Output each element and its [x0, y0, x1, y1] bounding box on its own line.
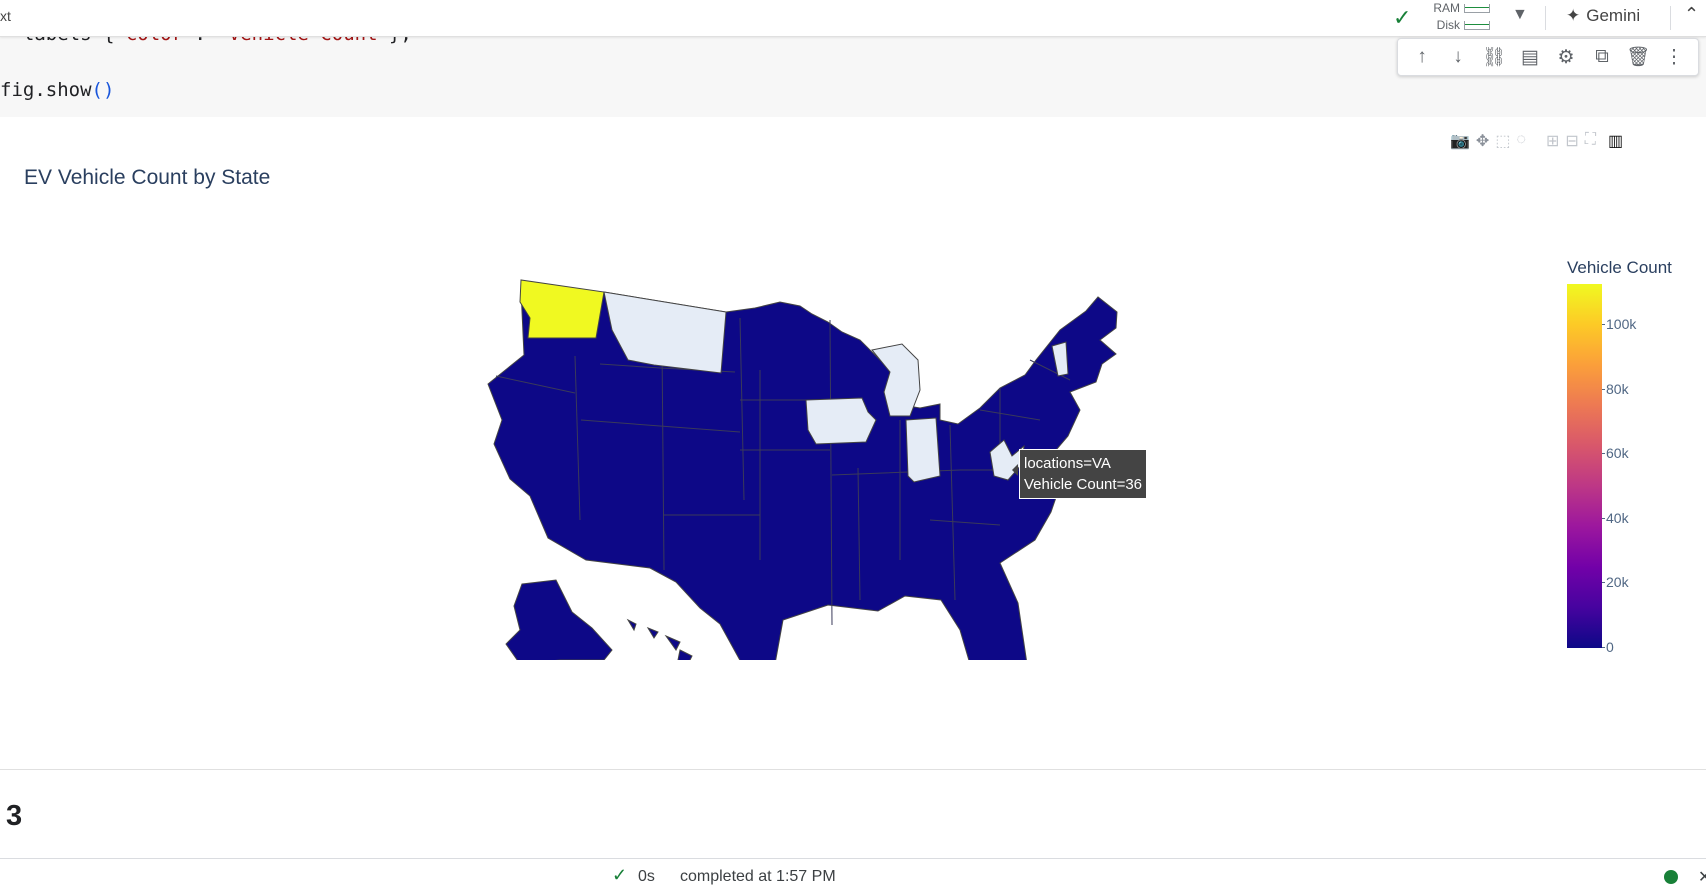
arrow-up-icon[interactable]: ↑: [1406, 46, 1438, 68]
sparkle-icon: ✦: [1566, 6, 1581, 25]
code-text: fig.show: [0, 79, 92, 101]
comment-icon[interactable]: ▤: [1514, 46, 1546, 69]
execution-duration: 0s: [638, 868, 655, 885]
plot-modebar: 📷 ✥ ⬚ ◌ ⊞ ⊟ ⛶ ▥: [1450, 131, 1623, 151]
resource-monitor[interactable]: RAM Disk: [1428, 0, 1490, 36]
gemini-button[interactable]: ✦ Gemini: [1566, 6, 1640, 26]
colorbar-tick-label: 0: [1602, 639, 1614, 655]
section-heading: 3: [6, 800, 23, 832]
runtime-status-dot[interactable]: [1664, 870, 1678, 884]
plotly-logo-icon[interactable]: ▥: [1608, 131, 1623, 151]
colorbar-title: Vehicle Count: [1567, 258, 1672, 277]
arrow-down-icon[interactable]: ↓: [1442, 46, 1474, 68]
more-vert-icon[interactable]: ⋮: [1658, 46, 1690, 69]
box-select-icon[interactable]: ⬚: [1495, 131, 1510, 151]
cell-toolbar: ↑ ↓ ⛓ ▤ ⚙ ⧉ 🗑 ⋮: [1397, 38, 1699, 76]
disk-label: Disk: [1436, 18, 1460, 32]
runtime-dropdown-icon[interactable]: ▼: [1512, 6, 1528, 24]
colorbar-tick-label: 40k: [1602, 510, 1629, 526]
chevron-up-icon[interactable]: ⌃: [1684, 4, 1699, 25]
tooltip-value: Vehicle Count=36: [1024, 476, 1143, 493]
mirror-cell-icon[interactable]: ⧉: [1586, 46, 1618, 68]
close-icon[interactable]: ✕: [1698, 867, 1706, 887]
toolbar-divider: [1545, 6, 1546, 30]
zoom-out-icon[interactable]: ⊟: [1565, 131, 1578, 151]
gear-icon[interactable]: ⚙: [1550, 46, 1582, 69]
lasso-icon[interactable]: ◌: [1516, 131, 1526, 151]
colorbar-tick-label: 80k: [1602, 381, 1629, 397]
link-icon[interactable]: ⛓: [1478, 45, 1510, 69]
gemini-label: Gemini: [1586, 6, 1641, 25]
zoom-in-icon[interactable]: ⊞: [1546, 131, 1559, 151]
cell-divider: [0, 769, 1706, 770]
tooltip-location: locations=VA: [1024, 455, 1111, 472]
ram-bar: [1464, 3, 1490, 13]
cell-output: [0, 117, 1706, 769]
code-line-show: fig.show(): [0, 79, 114, 101]
notebook-title-fragment: xt: [0, 8, 11, 24]
hover-tooltip: locations=VA Vehicle Count=36: [1011, 449, 1148, 499]
success-check-icon: ✓: [612, 865, 628, 885]
ram-label: RAM: [1433, 1, 1460, 15]
colorbar-tick-label: 60k: [1602, 445, 1629, 461]
execution-status-message: completed at 1:57 PM: [680, 868, 836, 885]
chart-title: EV Vehicle Count by State: [24, 166, 271, 189]
colorbar-tick-label: 100k: [1601, 316, 1637, 332]
reset-axes-icon[interactable]: ⛶: [1585, 131, 1596, 151]
disk-bar: [1464, 20, 1490, 30]
top-bar: xt ✓ RAM Disk ▼ ✦ Gemini ⌃: [0, 0, 1706, 37]
colorbar: [1567, 284, 1602, 648]
colorbar-tick-label: 20k: [1602, 574, 1629, 590]
toolbar-divider-2: [1670, 6, 1671, 30]
camera-icon[interactable]: 📷: [1450, 131, 1470, 151]
pan-icon[interactable]: ✥: [1476, 131, 1489, 151]
code-parens: (): [91, 79, 115, 101]
connected-check-icon[interactable]: ✓: [1393, 5, 1411, 31]
trash-icon[interactable]: 🗑: [1622, 45, 1654, 69]
status-bar: ✓ 0s completed at 1:57 PM ✕: [0, 858, 1706, 895]
